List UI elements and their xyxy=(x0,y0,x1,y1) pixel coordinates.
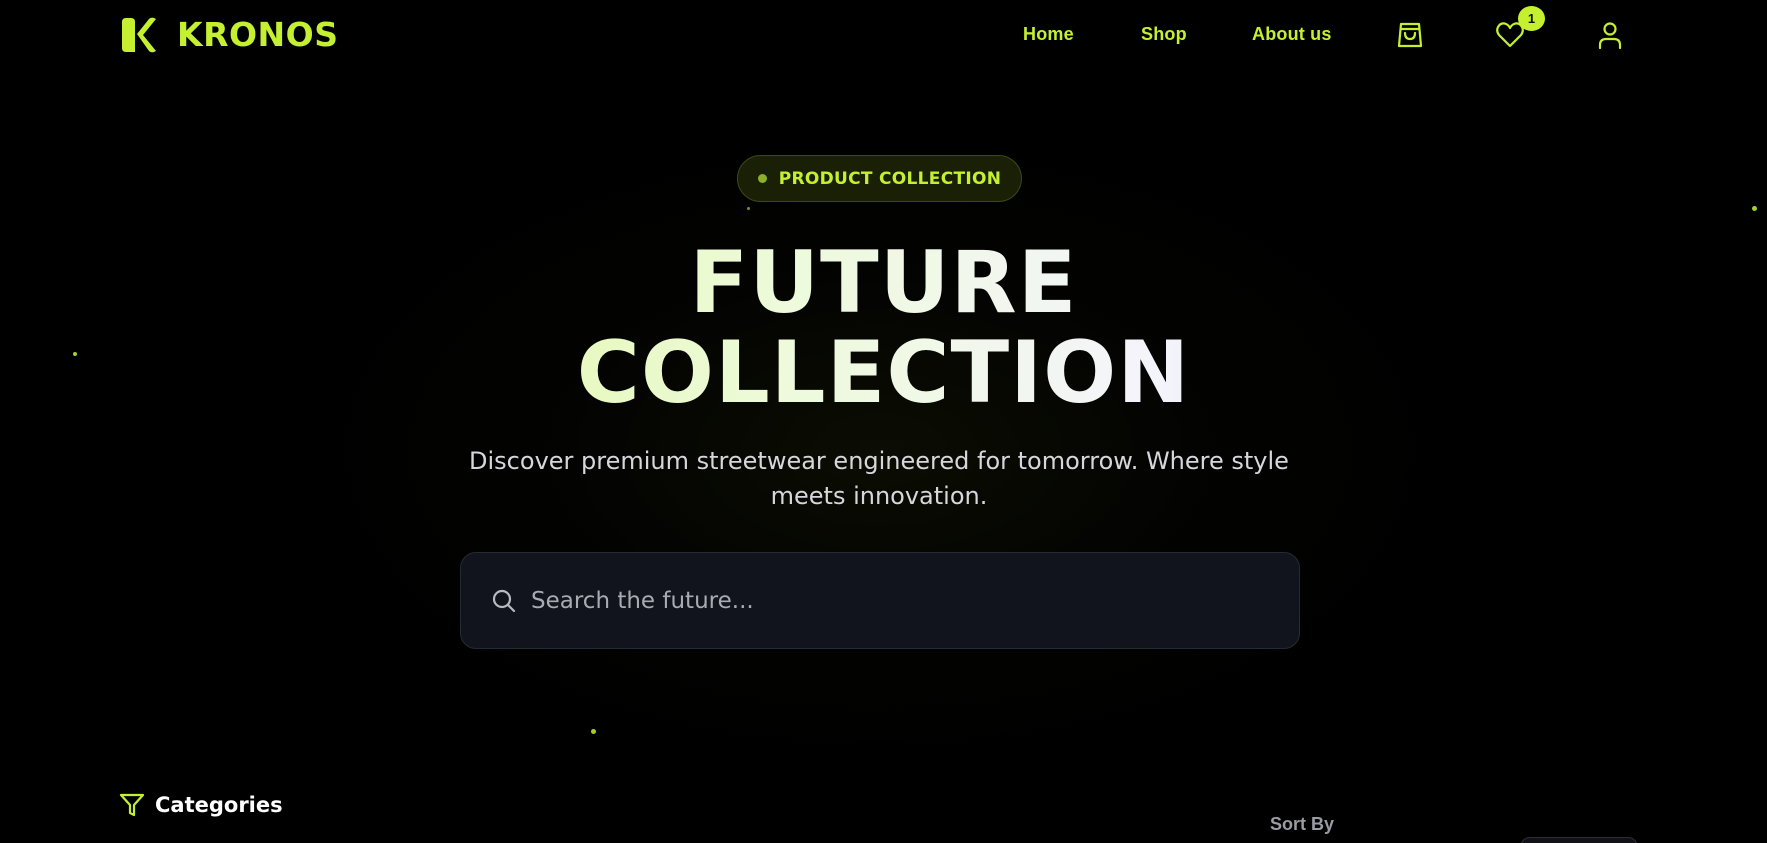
sort-by-select[interactable] xyxy=(1520,837,1638,843)
hero-title-line-2: COLLECTION xyxy=(0,327,1767,419)
categories-label: Categories xyxy=(155,793,283,817)
top-navigation: KRONOS Home Shop About us 1 xyxy=(0,0,1767,74)
particle-dot xyxy=(1752,206,1757,211)
product-collection-badge: PRODUCT COLLECTION xyxy=(737,155,1022,202)
badge-label: PRODUCT COLLECTION xyxy=(778,168,1002,189)
page: KRONOS Home Shop About us 1 PRODUCT COLL… xyxy=(0,0,1767,843)
kronos-logo-icon xyxy=(122,17,156,53)
hero-subtitle: Discover premium streetwear engineered f… xyxy=(469,447,1289,510)
brand-name: KRONOS xyxy=(177,15,339,54)
categories-header[interactable]: Categories xyxy=(119,792,283,818)
wishlist-count-badge: 1 xyxy=(1518,6,1545,31)
brand-logo-link[interactable]: KRONOS xyxy=(119,16,338,54)
sort-by-label: Sort By xyxy=(1270,814,1335,834)
nav-link-about[interactable]: About us xyxy=(1252,24,1332,45)
particle-dot xyxy=(591,729,596,734)
nav-link-home[interactable]: Home xyxy=(1023,24,1074,45)
search-icon xyxy=(492,589,516,612)
user-icon[interactable] xyxy=(1595,20,1625,50)
particle-dot xyxy=(747,207,750,210)
hero-title-line-1: FUTURE xyxy=(0,237,1767,329)
search-input[interactable] xyxy=(531,580,1271,621)
nav-link-shop[interactable]: Shop xyxy=(1141,24,1187,45)
shopping-bag-icon[interactable] xyxy=(1395,20,1425,50)
badge-dot xyxy=(757,174,767,183)
filter-icon xyxy=(119,793,145,817)
search-bar xyxy=(460,552,1300,649)
